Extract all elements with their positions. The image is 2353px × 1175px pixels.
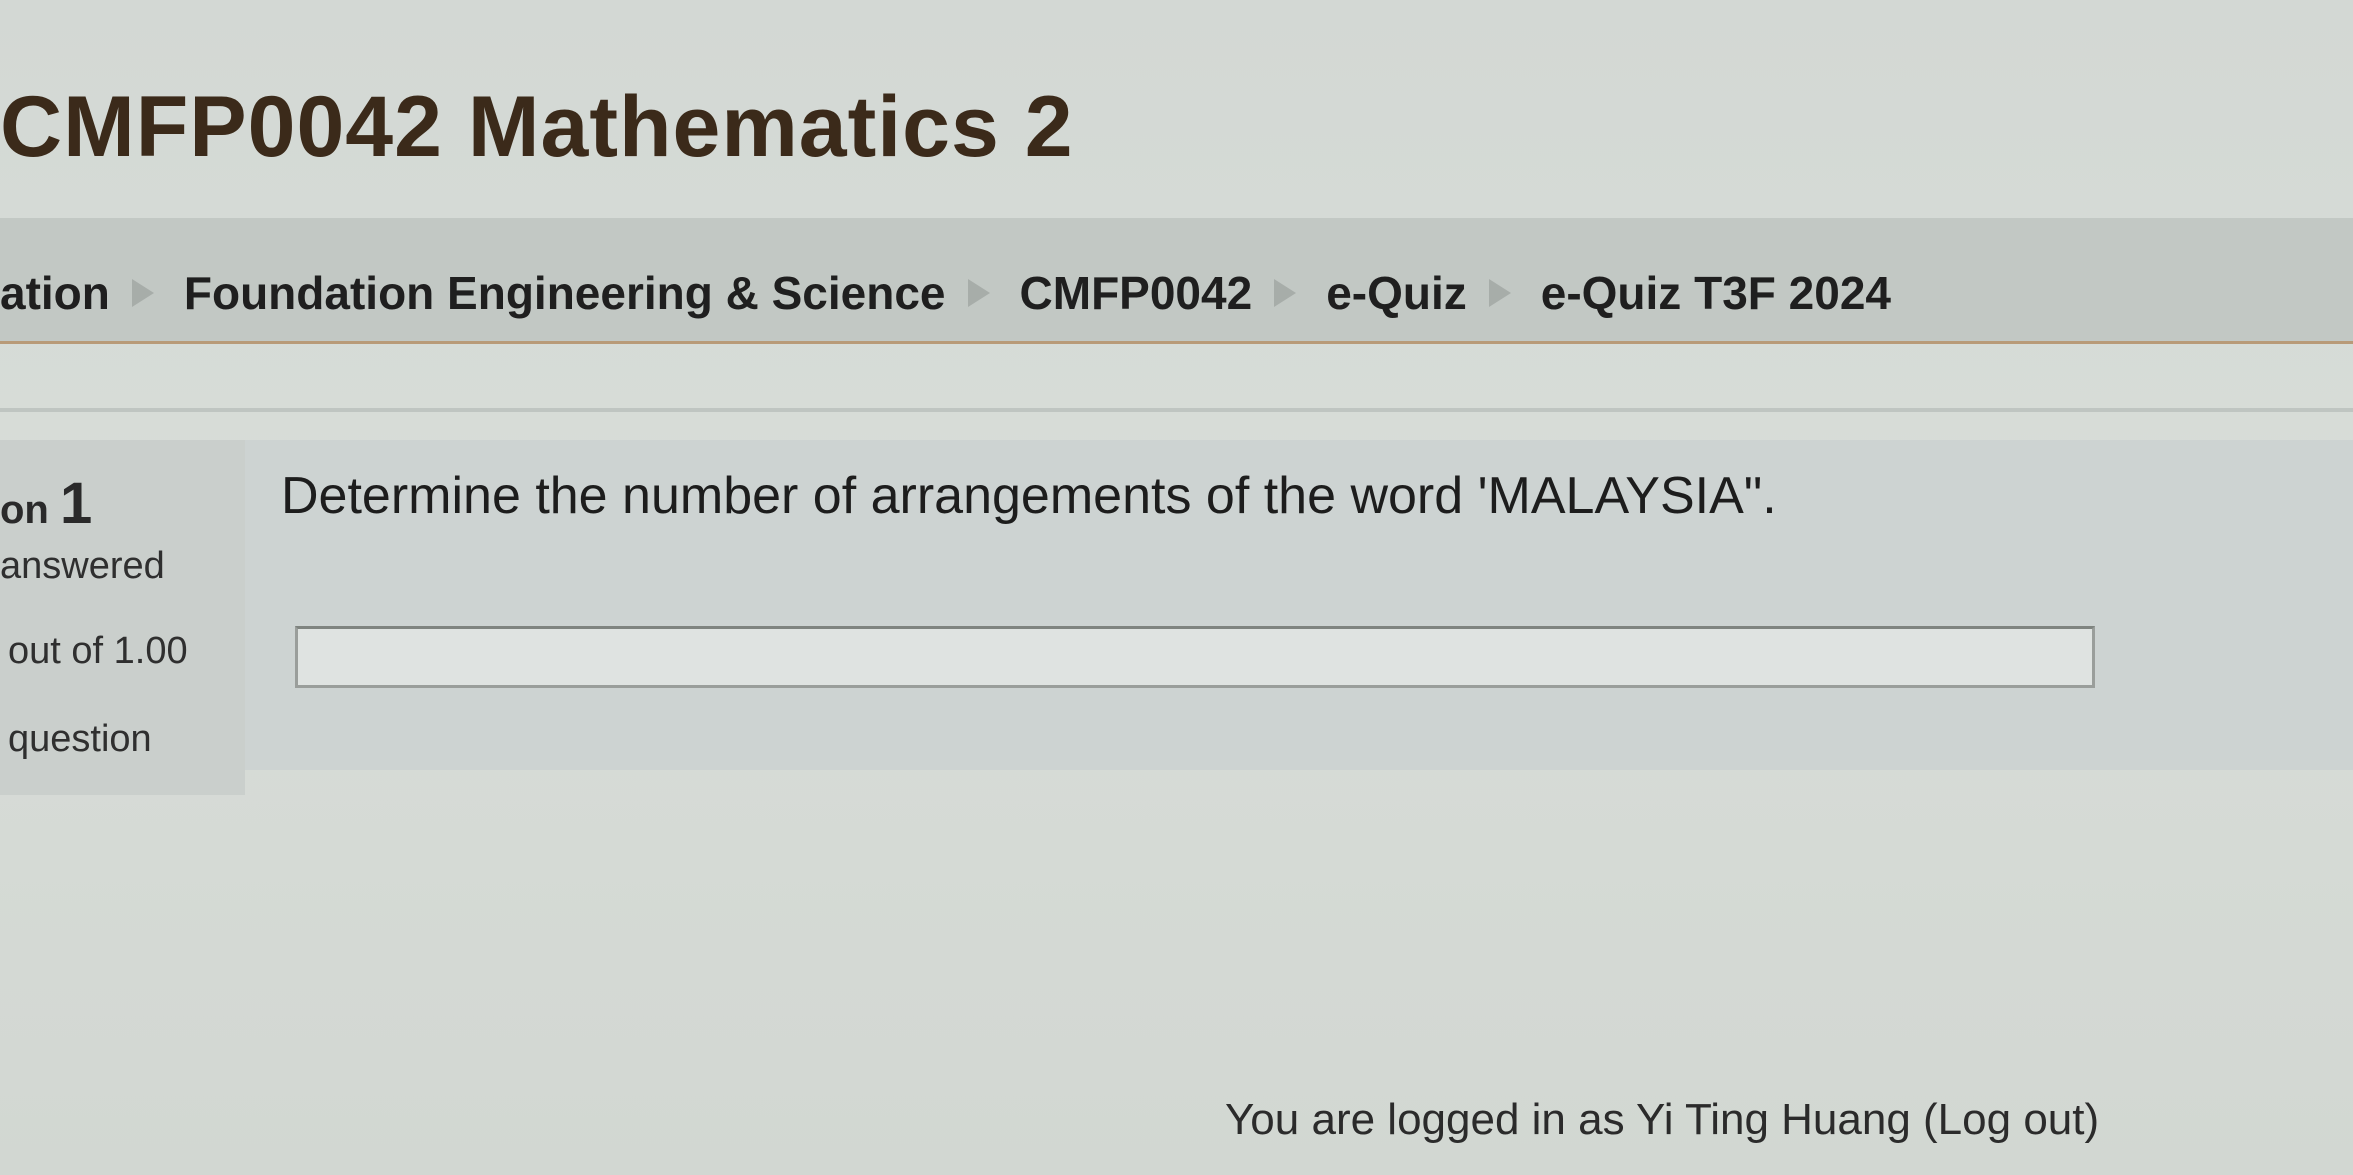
question-number-prefix: on	[0, 488, 49, 532]
flag-question-link[interactable]: question	[8, 718, 152, 761]
login-info-prefix: You are logged in as	[1225, 1095, 1625, 1144]
user-profile-link[interactable]: Yi Ting Huang	[1636, 1095, 1911, 1144]
breadcrumb-item-course[interactable]: CMFP0042	[1020, 266, 1253, 320]
login-info: You are logged in as Yi Ting Huang (Log …	[1225, 1095, 2099, 1145]
breadcrumb-item-quiz[interactable]: e-Quiz T3F 2024	[1541, 266, 1891, 320]
breadcrumb-item-category[interactable]: Foundation Engineering & Science	[184, 266, 946, 320]
question-text: Determine the number of arrangements of …	[281, 467, 1777, 525]
question-number-value: 1	[60, 471, 93, 536]
navbar: ation Foundation Engineering & Science C…	[0, 218, 2353, 344]
divider	[0, 408, 2353, 412]
triangle-right-icon	[1274, 279, 1297, 307]
logout-link[interactable]: (Log out)	[1923, 1095, 2099, 1144]
triangle-right-icon	[1488, 279, 1511, 307]
answer-input[interactable]	[295, 626, 2095, 688]
page-title: CMFP0042 Mathematics 2	[0, 79, 1074, 175]
question-content-panel: Determine the number of arrangements of …	[245, 440, 2353, 770]
question-marks: out of 1.00	[8, 630, 188, 672]
question-status: answered	[0, 545, 165, 587]
breadcrumb: ation Foundation Engineering & Science C…	[0, 266, 1891, 320]
breadcrumb-item-site[interactable]: ation	[0, 266, 110, 320]
question-number: on 1	[0, 470, 92, 537]
question-info-panel: on 1 answered out of 1.00 question	[0, 440, 245, 795]
triangle-right-icon	[131, 279, 154, 307]
breadcrumb-item-section[interactable]: e-Quiz	[1326, 266, 1467, 320]
triangle-right-icon	[967, 279, 990, 307]
